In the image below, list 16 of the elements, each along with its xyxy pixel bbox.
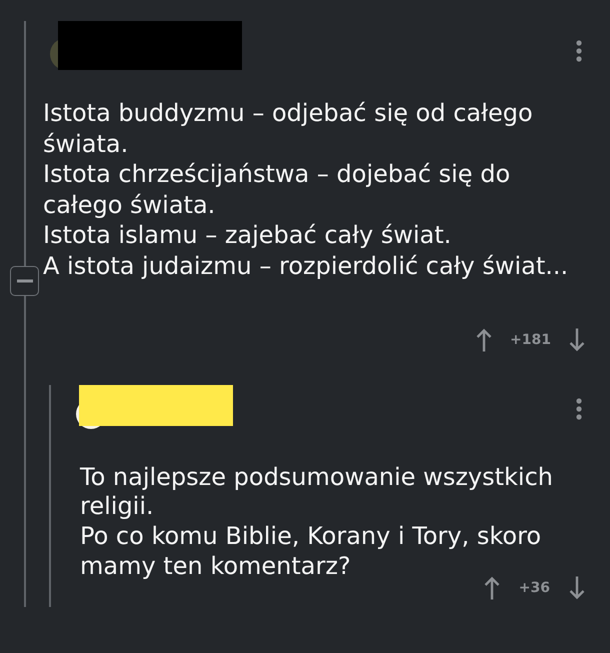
- down-arrow-icon[interactable]: [569, 328, 585, 352]
- comment-text: A istota judaizmu – rozpierdolić cały świat...: [43, 250, 570, 282]
- comment-text: Istota islamu – zajebać cały świat.: [43, 220, 452, 251]
- vote-score: +181: [510, 332, 551, 348]
- up-arrow-icon[interactable]: [484, 576, 500, 600]
- comment-text: Po co komu Biblie, Korany i Tory, skoro mamy ten komentarz?: [80, 522, 542, 582]
- down-arrow-icon[interactable]: [569, 576, 585, 600]
- collapse-button[interactable]: [10, 266, 39, 296]
- up-arrow-icon[interactable]: [476, 328, 492, 352]
- comment-text: To najlepsze podsumowanie wszystkich religii.: [80, 462, 554, 522]
- vote-score: +36: [518, 580, 550, 596]
- more-icon[interactable]: [576, 40, 582, 62]
- comment-text: Istota buddyzmu – odjebać się od całego świata.: [43, 98, 534, 160]
- comment-text: Istota chrześcijaństwa – dojebać się do całego świata.: [43, 159, 512, 220]
- minus-icon: [16, 279, 32, 283]
- more-icon[interactable]: [576, 398, 582, 420]
